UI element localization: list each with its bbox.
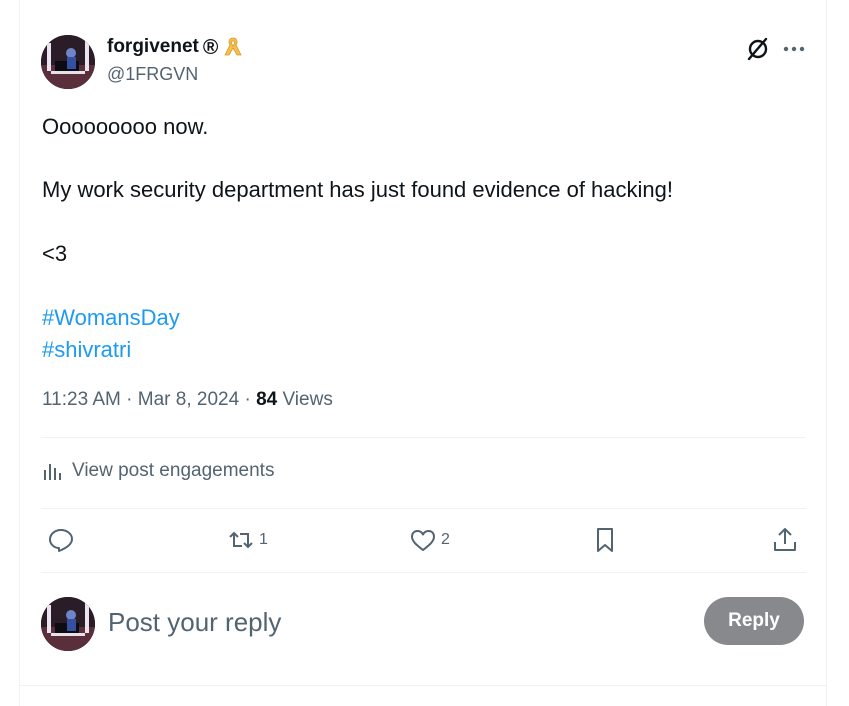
repost-action-button[interactable]: 1 — [227, 525, 268, 555]
bookmark-action-button[interactable] — [591, 525, 623, 555]
post-text-line: <3 — [42, 241, 68, 266]
heart-icon — [411, 530, 435, 551]
author-handle[interactable]: @1FRGVN — [107, 64, 198, 85]
reply-action-button[interactable] — [47, 525, 79, 555]
current-user-avatar[interactable] — [41, 597, 95, 651]
repost-count: 1 — [259, 531, 268, 548]
reply-bubble-icon — [49, 529, 73, 552]
post-meta: 11:23 AM · Mar 8, 2024 · 84 Views — [42, 389, 333, 411]
repost-icon — [229, 531, 253, 549]
meta-separator: · — [239, 389, 257, 410]
view-engagements-link[interactable]: View post engagements — [42, 460, 274, 482]
reply-input[interactable] — [108, 600, 688, 644]
view-engagements-label: View post engagements — [72, 460, 275, 481]
divider — [41, 437, 806, 438]
meta-separator: · — [120, 389, 138, 410]
share-action-button[interactable] — [771, 525, 803, 555]
post-text-line: My work security department has just fou… — [42, 177, 673, 202]
more-dots-icon[interactable] — [780, 36, 808, 62]
registered-mark: ® — [202, 35, 219, 59]
post-detail-panel: forgivenet ® @1FRGVN Ooooooooo now. My w… — [19, 0, 827, 706]
reply-button[interactable]: Reply — [704, 597, 804, 645]
post-date[interactable]: Mar 8, 2024 — [138, 389, 239, 410]
views-label: Views — [277, 389, 333, 410]
divider — [20, 685, 826, 686]
author-name-line[interactable]: forgivenet ® — [107, 36, 244, 58]
like-count: 2 — [441, 531, 450, 548]
hashtag-link[interactable]: #shivratri — [42, 334, 131, 366]
divider — [41, 508, 806, 509]
post-time[interactable]: 11:23 AM — [42, 389, 121, 410]
share-upload-icon — [774, 528, 796, 551]
bookmark-icon — [597, 528, 613, 552]
like-action-button[interactable]: 2 — [409, 525, 450, 555]
post-text-line: Ooooooooo now. — [42, 114, 209, 139]
analytics-bars-icon — [44, 464, 61, 480]
author-display-name[interactable]: forgivenet — [107, 36, 199, 58]
yellow-ribbon-icon — [222, 36, 244, 58]
grok-icon[interactable] — [745, 36, 771, 62]
hashtag-link[interactable]: #WomansDay — [42, 302, 180, 334]
author-avatar[interactable] — [41, 35, 95, 89]
divider — [41, 572, 806, 573]
views-count: 84 — [256, 389, 278, 410]
